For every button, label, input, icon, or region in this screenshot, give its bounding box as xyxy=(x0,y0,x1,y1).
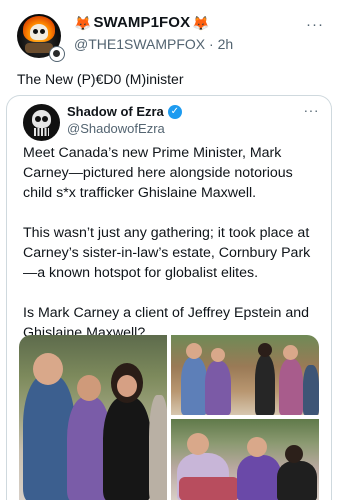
post: 🦊 SWAMP1FOX 🦊 @THE1SWAMPFOX · 2h ··· The… xyxy=(0,0,338,500)
author-handle[interactable]: @THE1SWAMPFOX xyxy=(74,36,205,52)
verified-badge-icon: ✓ xyxy=(167,104,182,119)
quote-author-name-row[interactable]: Shadow of Ezra ✓ xyxy=(67,103,182,120)
separator: · xyxy=(209,36,214,52)
post-time[interactable]: 2h xyxy=(218,36,234,52)
photo-top-right[interactable] xyxy=(171,335,319,415)
quoted-post[interactable]: Shadow of Ezra ✓ @ShadowofEzra ··· Meet … xyxy=(6,95,332,500)
post-text: The New (P)€D0 (M)inister xyxy=(17,71,184,87)
author-name-row[interactable]: 🦊 SWAMP1FOX 🦊 xyxy=(74,14,210,32)
avatar-badge-icon xyxy=(49,46,65,62)
fox-icon: 🦊 xyxy=(192,15,210,31)
author-display-name[interactable]: SWAMP1FOX xyxy=(93,14,190,32)
quote-paragraph: Meet Canada’s new Prime Minister, Mark C… xyxy=(23,145,293,201)
quote-author-handle[interactable]: @ShadowofEzra xyxy=(67,120,165,137)
more-options-icon[interactable]: ··· xyxy=(306,16,324,33)
media-grid xyxy=(19,335,319,500)
photo-bottom-right[interactable] xyxy=(171,419,319,500)
quote-author-avatar[interactable] xyxy=(23,104,60,141)
quote-more-options-icon[interactable]: ··· xyxy=(304,102,320,118)
author-handle-row: @THE1SWAMPFOX · 2h xyxy=(74,35,233,53)
photo-left[interactable] xyxy=(19,335,167,500)
quote-author-display-name[interactable]: Shadow of Ezra xyxy=(67,103,164,120)
fox-icon: 🦊 xyxy=(74,15,92,31)
quote-paragraph: This wasn’t just any gathering; it took … xyxy=(23,225,311,281)
quote-text: Meet Canada’s new Prime Minister, Mark C… xyxy=(23,143,323,363)
